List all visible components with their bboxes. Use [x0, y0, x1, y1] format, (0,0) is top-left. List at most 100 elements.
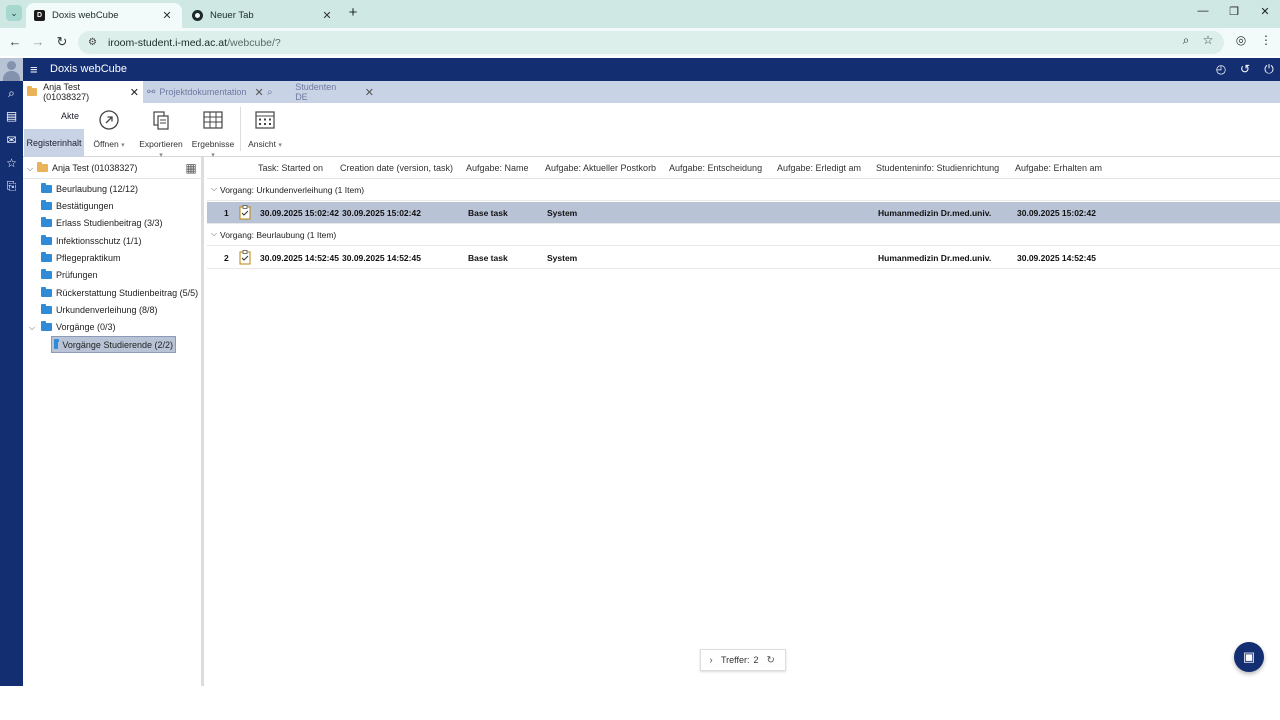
doc-tab-anja-test[interactable]: Anja Test (01038327) ✕ — [23, 81, 143, 103]
browser-tab-new[interactable]: Neuer Tab ✕ — [184, 3, 342, 28]
column-chooser-icon[interactable]: ▦ — [184, 161, 198, 175]
tree-root[interactable]: Anja Test (01038327) — [37, 160, 137, 176]
minimize-icon[interactable]: — — [1195, 5, 1211, 17]
registerinhalt-button[interactable]: Registerinhalt — [24, 129, 84, 157]
group-row[interactable]: ⌵ Vorgang: Urkundenverleihung (1 Item) — [207, 179, 1280, 201]
tree-item[interactable]: Beurlaubung (12/12) — [41, 181, 138, 197]
tree-item[interactable]: Rückerstattung Studienbeitrag (5/5) — [41, 285, 198, 301]
collapse-chevron-icon[interactable]: ⌵ — [27, 164, 33, 174]
folder-icon — [41, 183, 52, 193]
folder-icon — [41, 217, 52, 227]
folder-icon — [41, 252, 52, 262]
browser-tab-doxis[interactable]: D Doxis webCube ✕ — [26, 3, 182, 28]
task-clipboard-icon — [239, 205, 251, 220]
close-icon[interactable]: ✕ — [365, 86, 374, 99]
search-icon[interactable]: ⌕ — [4, 86, 19, 101]
folder-icon — [41, 321, 52, 331]
close-window-icon[interactable]: ✕ — [1257, 5, 1273, 18]
export-icon — [153, 111, 169, 130]
favorites-star-icon[interactable]: ☆ — [4, 156, 19, 171]
workflow-icon[interactable]: ⎘ — [4, 179, 19, 194]
documents-icon[interactable]: ▤ — [4, 109, 19, 124]
tree-item[interactable]: Erlass Studienbeitrag (3/3) — [41, 215, 163, 231]
history-icon[interactable]: ↺ — [1238, 62, 1252, 76]
akte-label[interactable]: Akte — [61, 111, 79, 121]
new-tab-plus-icon[interactable]: + — [346, 5, 360, 21]
task-clipboard-icon — [239, 250, 251, 265]
close-tab-icon[interactable]: ✕ — [320, 9, 334, 22]
table-row[interactable]: 1 30.09.2025 15:02:42 30.09.2025 15:02:4… — [207, 202, 1280, 224]
column-header[interactable]: Studenteninfo: Studienrichtung — [876, 163, 999, 173]
column-header[interactable]: Aufgabe: Name — [466, 163, 529, 173]
doxis-favicon-icon: D — [34, 10, 45, 21]
browser-tab-title: Neuer Tab — [210, 10, 254, 21]
expand-chevron-icon[interactable]: › — [701, 655, 721, 666]
column-header[interactable]: Aufgabe: Erledigt am — [777, 163, 861, 173]
column-header[interactable]: Aufgabe: Entscheidung — [669, 163, 762, 173]
group-row[interactable]: ⌵ Vorgang: Beurlaubung (1 Item) — [207, 224, 1280, 246]
collapse-chevron-icon[interactable]: ⌵ — [211, 184, 217, 194]
tree-item[interactable]: Pflegepraktikum — [41, 250, 121, 266]
power-icon[interactable]: ⏻ — [1262, 62, 1276, 76]
doc-tab-projektdokumentation[interactable]: ⚯ Projektdokumentation ✕ — [143, 81, 264, 103]
column-header[interactable]: Aufgabe: Aktueller Postkorb — [545, 163, 656, 173]
tab-search-chevron-icon[interactable]: ⌄ — [6, 5, 22, 21]
column-header[interactable]: Task: Started on — [258, 163, 323, 173]
tree-item[interactable]: Infektionsschutz (1/1) — [41, 233, 142, 249]
folder-tree: ⌵ Anja Test (01038327) ▦ Beurlaubung (12… — [23, 157, 204, 686]
export-button[interactable]: Exportieren ▾ — [137, 109, 185, 159]
results-button[interactable]: Ergebnisse ▾ — [190, 109, 236, 159]
forward-arrow-icon[interactable]: → — [30, 34, 46, 50]
tree-item[interactable]: Bestätigungen — [41, 198, 114, 214]
site-info-icon[interactable]: ⚙ — [88, 37, 100, 48]
ribbon-toolbar: Akte Registerinhalt Öffnen ▾ Exportieren… — [23, 103, 1280, 159]
view-button[interactable]: Ansicht ▾ — [247, 109, 283, 149]
table-grid-icon — [203, 111, 223, 129]
back-arrow-icon[interactable]: ← — [7, 34, 23, 50]
tree-item[interactable]: Prüfungen — [41, 267, 98, 283]
search-icon: ⌕ — [267, 86, 273, 98]
folder-icon — [41, 235, 52, 245]
address-bar[interactable]: ⚙ iroom-student.i-med.ac.at/webcube/? — [78, 31, 1224, 54]
app-header: ≡ Doxis webCube ◴ ↺ ⏻ — [0, 58, 1280, 81]
app-title: Doxis webCube — [50, 63, 128, 75]
browser-menu-icon[interactable]: ⋮ — [1258, 33, 1274, 47]
hits-count: 2 — [753, 655, 759, 665]
close-tab-icon[interactable]: ✕ — [160, 9, 174, 22]
browser-toolbar: ← → ↻ ⚙ iroom-student.i-med.ac.at/webcub… — [0, 28, 1280, 56]
column-header[interactable]: Creation date (version, task) — [340, 163, 453, 173]
folder-icon — [41, 304, 52, 314]
maximize-icon[interactable]: ❐ — [1226, 5, 1242, 18]
left-rail: ⌕ ▤ ✉ ☆ ⎘ — [0, 81, 23, 686]
inbox-icon[interactable]: ✉ — [4, 133, 19, 148]
folder-icon — [54, 338, 60, 349]
bookmark-star-icon[interactable]: ☆ — [1200, 33, 1216, 47]
profile-icon[interactable]: ◎ — [1233, 33, 1249, 47]
table-row[interactable]: 2 30.09.2025 14:52:45 30.09.2025 14:52:4… — [207, 247, 1280, 269]
collapse-chevron-icon[interactable]: ⌵ — [29, 323, 35, 333]
folder-icon — [27, 86, 38, 96]
zoom-icon[interactable]: ⌕ — [1178, 33, 1194, 48]
close-icon[interactable]: ✕ — [130, 86, 139, 99]
doc-tab-label: Projektdokumentation — [159, 87, 247, 97]
folder-icon — [37, 162, 48, 172]
open-button[interactable]: Öffnen ▾ — [93, 109, 125, 149]
dashboard-icon[interactable]: ◴ — [1214, 62, 1228, 76]
reload-icon[interactable]: ↻ — [54, 34, 70, 50]
doc-tab-label: Anja Test (01038327) — [43, 82, 90, 102]
tree-item-selected[interactable]: Vorgänge Studierende (2/2) — [51, 336, 176, 353]
open-arrow-icon — [99, 110, 119, 130]
url-text: iroom-student.i-med.ac.at/webcube/? — [108, 36, 281, 49]
grid-header: Task: Started on Creation date (version,… — [207, 157, 1280, 179]
tree-item[interactable]: Urkundenverleihung (8/8) — [41, 302, 158, 318]
refresh-icon[interactable]: ↻ — [767, 655, 775, 666]
hamburger-menu-icon[interactable]: ≡ — [30, 62, 38, 77]
doc-tab-studenten-de[interactable]: ⌕ Studenten DE ✕ — [263, 81, 378, 103]
collapse-chevron-icon[interactable]: ⌵ — [211, 229, 217, 239]
clipboard-fab-icon[interactable]: ▣ — [1234, 642, 1264, 672]
user-avatar[interactable] — [0, 58, 23, 81]
column-header[interactable]: Aufgabe: Erhalten am — [1015, 163, 1102, 173]
browser-tab-title: Doxis webCube — [52, 10, 119, 21]
tree-item[interactable]: Vorgänge (0/3) — [41, 319, 116, 335]
doc-tab-label: Studenten DE — [295, 82, 337, 102]
